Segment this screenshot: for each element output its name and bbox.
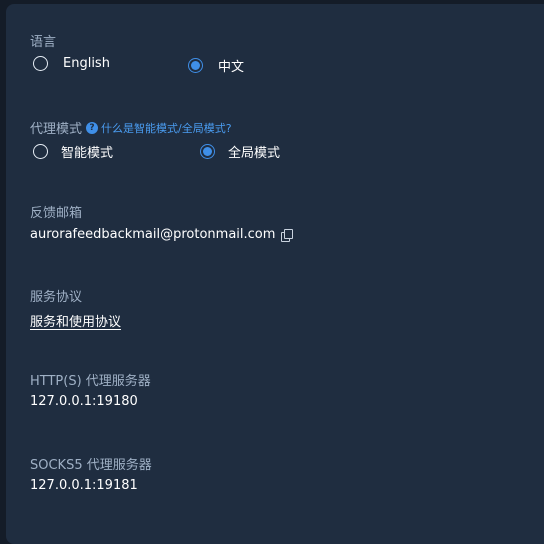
radio-language-english[interactable]: English — [33, 56, 110, 71]
radio-unchecked-icon[interactable] — [33, 56, 48, 71]
radio-checked-icon[interactable] — [188, 58, 203, 73]
radio-unchecked-icon[interactable] — [33, 144, 48, 159]
copy-icon[interactable] — [281, 228, 294, 242]
socks-proxy-address: 127.0.0.1:19181 — [30, 478, 138, 493]
feedback-email-row: aurorafeedbackmail@protonmail.com — [30, 227, 294, 242]
proxy-mode-help-link[interactable]: 什么是智能模式/全局模式? — [101, 120, 232, 136]
radio-label-chinese: 中文 — [218, 60, 245, 75]
radio-label-smart: 智能模式 — [61, 146, 114, 161]
http-proxy-address: 127.0.0.1:19180 — [30, 394, 138, 409]
radio-mode-smart[interactable]: 智能模式 — [33, 142, 113, 161]
question-icon[interactable]: ? — [86, 121, 99, 134]
radio-language-chinese[interactable]: 中文 — [188, 56, 244, 75]
socks-proxy-label: SOCKS5 代理服务器 — [30, 458, 152, 473]
language-label: 语言 — [30, 35, 57, 50]
radio-mode-global[interactable]: 全局模式 — [200, 142, 280, 161]
radio-checked-icon[interactable] — [200, 144, 215, 159]
proxy-mode-label: 代理模式 — [30, 122, 83, 137]
terms-link[interactable]: 服务和使用协议 — [30, 315, 121, 330]
proxy-mode-header: 代理模式 ? 什么是智能模式/全局模式? — [30, 118, 232, 137]
feedback-label: 反馈邮箱 — [30, 206, 83, 221]
radio-label-english: English — [63, 56, 110, 71]
feedback-email: aurorafeedbackmail@protonmail.com — [30, 227, 276, 242]
terms-link-row: 服务和使用协议 — [30, 311, 121, 330]
radio-label-global: 全局模式 — [228, 146, 281, 161]
terms-label: 服务协议 — [30, 290, 83, 305]
http-proxy-label: HTTP(S) 代理服务器 — [30, 374, 151, 389]
